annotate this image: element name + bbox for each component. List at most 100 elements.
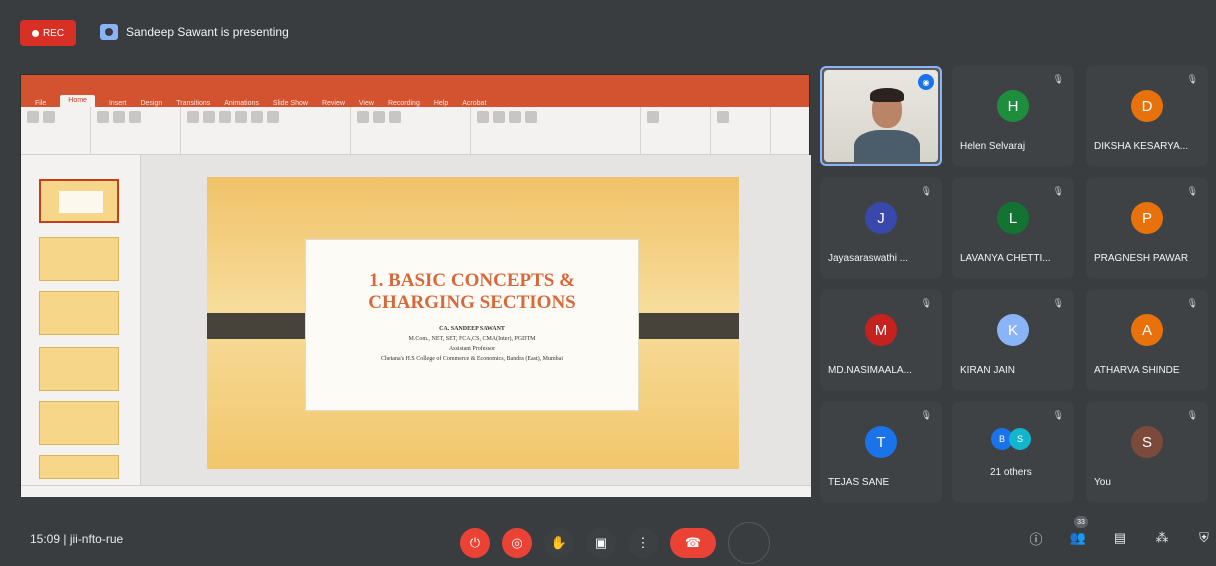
top-bar: REC Sandeep Sawant is presenting	[0, 0, 1216, 52]
speaking-indicator-icon: ◉	[918, 74, 934, 90]
slide-thumbnail	[39, 291, 119, 335]
mic-off-icon: 🎙︎	[1186, 298, 1198, 308]
slide-author: CA. SANDEEP SAWANT	[439, 326, 505, 332]
mic-off-icon: 🎙︎	[920, 186, 932, 196]
info-icon[interactable]: ⓘ	[1026, 528, 1046, 548]
people-icon[interactable]: 33 👥	[1068, 516, 1088, 548]
ribbon-tab: Slide Show	[272, 100, 308, 107]
ribbon-group	[641, 107, 711, 154]
participant-name: DIKSHA KESARYA...	[1094, 141, 1189, 152]
participant-tile[interactable]: 🎙︎ T TEJAS SANE	[820, 402, 942, 502]
ghost-button	[728, 522, 770, 564]
ribbon-tab: Animations	[224, 100, 259, 107]
slide-institution: Chetana's H.S College of Commerce & Econ…	[380, 356, 564, 362]
participant-tile-self-video[interactable]: ◉	[820, 66, 942, 166]
presenting-banner: Sandeep Sawant is presenting	[100, 24, 289, 40]
ribbon-tabs: File Home Insert Design Transitions Anim…	[21, 91, 809, 107]
ribbon-group	[91, 107, 181, 154]
present-screen-icon	[100, 24, 118, 40]
participant-tile[interactable]: 🎙︎ D DIKSHA KESARYA...	[1086, 66, 1208, 166]
slide-bar-left	[207, 313, 315, 339]
shared-screen[interactable]: File Home Insert Design Transitions Anim…	[20, 74, 811, 497]
participant-tile[interactable]: 🎙︎ A ATHARVA SHINDE	[1086, 290, 1208, 390]
mic-off-icon: 🎙︎	[1186, 74, 1198, 84]
recording-badge: REC	[20, 20, 76, 46]
slide-role: Assistant Professor	[448, 346, 496, 352]
participant-count-badge: 33	[1074, 516, 1088, 528]
participant-name: MD.NASIMAALA...	[828, 365, 912, 376]
presenter-text: Sandeep Sawant is presenting	[126, 25, 289, 39]
camera-off-icon[interactable]: ◎	[502, 528, 532, 558]
mic-off-icon: 🎙︎	[920, 298, 932, 308]
participant-name: KIRAN JAIN	[960, 365, 1016, 376]
raise-hand-icon[interactable]: ✋	[544, 528, 574, 558]
ribbon-group	[181, 107, 351, 154]
participant-tile[interactable]: 🎙︎ K KIRAN JAIN	[952, 290, 1074, 390]
others-count: 21 others	[990, 467, 1032, 478]
activities-icon[interactable]: ⁂	[1152, 528, 1172, 548]
participant-tile[interactable]: 🎙︎ M MD.NASIMAALA...	[820, 290, 942, 390]
ribbon-tab: Recording	[387, 100, 420, 107]
avatar: M	[865, 314, 897, 346]
ribbon-tab: Review	[321, 100, 345, 107]
record-dot-icon	[31, 29, 39, 37]
time-meeting-code: 15:09 | jii-nfto-rue	[30, 532, 124, 546]
slide-thumbnail	[39, 179, 119, 223]
participant-name: ATHARVA SHINDE	[1094, 365, 1180, 376]
ribbon-group	[21, 107, 91, 154]
slide-author-block: CA. SANDEEP SAWANT M.Com., NET, SET, FCA…	[306, 324, 638, 364]
powerpoint-title-bar	[21, 75, 809, 91]
slide-thumbnail	[39, 237, 119, 281]
ribbon-group	[351, 107, 471, 154]
mic-off-icon[interactable]: ⏻	[460, 528, 490, 558]
slide-thumbnail	[39, 401, 119, 445]
slide-title-card: 1. BASIC CONCEPTS & CHARGING SECTIONS CA…	[305, 239, 639, 411]
ribbon-tab: Acrobat	[462, 100, 487, 107]
powerpoint-status-bar	[21, 485, 811, 497]
participant-name: LAVANYA CHETTI...	[960, 253, 1051, 264]
participant-tile-others[interactable]: 🎙︎ B S 21 others	[952, 402, 1074, 502]
ribbon-tab: View	[358, 100, 374, 107]
participant-name: Helen Selvaraj	[960, 141, 1026, 152]
participant-name: TEJAS SANE	[828, 477, 890, 488]
mic-off-icon: 🎙︎	[1186, 186, 1198, 196]
participant-name: You	[1094, 477, 1111, 488]
end-call-icon[interactable]: ☎	[670, 528, 716, 558]
participant-tile[interactable]: 🎙︎ H Helen Selvaraj	[952, 66, 1074, 166]
slide-title: 1. BASIC CONCEPTS & CHARGING SECTIONS	[306, 270, 638, 314]
mic-off-icon: 🎙︎	[1186, 410, 1198, 420]
mic-off-icon: 🎙︎	[1052, 74, 1064, 84]
ribbon-group	[711, 107, 771, 154]
bottom-bar: 15:09 | jii-nfto-rue ⏻ ◎ ✋ ▣ ⋮ ☎ ⓘ 33 👥 ▤…	[0, 506, 1216, 566]
participant-tile[interactable]: 🎙︎ J Jayasaraswathi ...	[820, 178, 942, 278]
ribbon-group	[471, 107, 641, 154]
participant-name: Jayasaraswathi ...	[828, 253, 909, 264]
participant-name: PRAGNESH PAWAR	[1094, 253, 1189, 264]
ribbon-tab: Design	[140, 100, 163, 107]
mic-off-icon: 🎙︎	[1052, 298, 1064, 308]
call-controls: ⏻ ◎ ✋ ▣ ⋮ ☎	[460, 522, 770, 564]
rec-label: REC	[42, 27, 65, 39]
participant-tile-you[interactable]: 🎙︎ S You	[1086, 402, 1208, 502]
editor-area: 1. BASIC CONCEPTS & CHARGING SECTIONS CA…	[21, 155, 811, 485]
chat-icon[interactable]: ▤	[1110, 528, 1130, 548]
ribbon-tab: Insert	[108, 100, 127, 107]
present-icon[interactable]: ▣	[586, 528, 616, 558]
host-controls-icon[interactable]: ⛨	[1194, 528, 1214, 548]
ribbon-tab-active: Home	[60, 95, 95, 107]
participant-tile[interactable]: 🎙︎ P PRAGNESH PAWAR	[1086, 178, 1208, 278]
ribbon-tab: Transitions	[176, 100, 211, 107]
slide-canvas: 1. BASIC CONCEPTS & CHARGING SECTIONS CA…	[207, 177, 739, 469]
side-panel-buttons: ⓘ 33 👥 ▤ ⁂ ⛨	[1026, 516, 1214, 548]
avatar: A	[1131, 314, 1163, 346]
mic-off-icon: 🎙︎	[1052, 186, 1064, 196]
more-icon[interactable]: ⋮	[628, 528, 658, 558]
avatar: D	[1131, 90, 1163, 122]
participant-tile[interactable]: 🎙︎ L LAVANYA CHETTI...	[952, 178, 1074, 278]
avatar: T	[865, 426, 897, 458]
mic-off-icon: 🎙︎	[1052, 410, 1064, 420]
slide-title-line2: CHARGING SECTIONS	[368, 292, 576, 313]
ribbon	[21, 107, 809, 155]
others-avatars: B S	[991, 428, 1031, 450]
slide-thumbnail	[39, 347, 119, 391]
